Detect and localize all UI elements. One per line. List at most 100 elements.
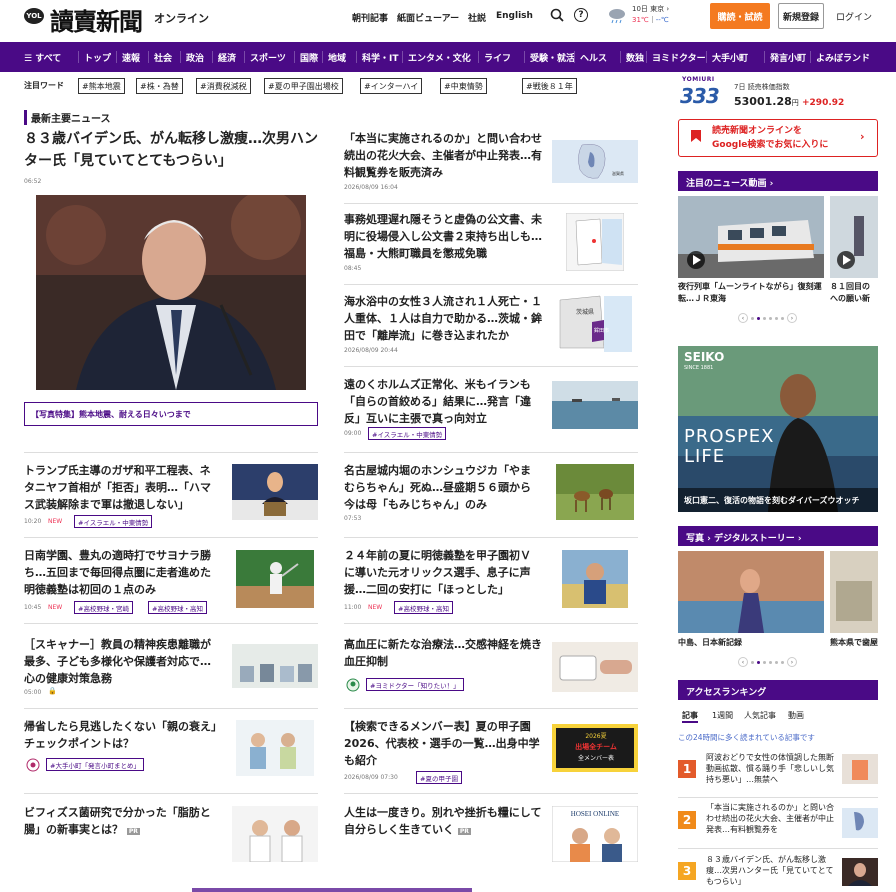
trending-tag[interactable]: #消費税減税 (196, 78, 251, 94)
train-video-thumbnail[interactable] (678, 196, 824, 278)
photo-feature-banner[interactable]: 【写真特集】熊本地震、耐える日々いつまで (24, 402, 318, 426)
shiga-map-thumbnail[interactable]: 滋賀県 (552, 140, 638, 183)
grid-article-headline[interactable]: ［スキャナー］教員の精神疾患離職が最多、子ども多様化や保護者対応で…心の健康対策… (24, 636, 220, 687)
lead-photo[interactable] (36, 195, 306, 390)
nav-item[interactable]: ☰ すべて (24, 51, 61, 64)
grid-article-headline[interactable]: 高血圧に新たな治療法…交感神経を焼き血圧抑制 (344, 636, 546, 670)
nav-item[interactable]: 経済 (218, 51, 236, 64)
video-title[interactable]: ８１回目の への願い新 (830, 281, 878, 305)
nav-item[interactable]: ヘルス (580, 51, 607, 64)
nav-item[interactable]: 発言小町 (770, 51, 806, 64)
tag-chip[interactable]: #イスラエル・中東情勢 (74, 515, 153, 528)
parents-thumbnail[interactable] (236, 720, 314, 776)
tag-chip[interactable]: #高校野球・高知 (394, 601, 453, 614)
carousel-dot[interactable] (775, 316, 778, 320)
register-button[interactable]: 新規登録 (778, 3, 824, 29)
chevron-right-icon[interactable]: › (787, 657, 797, 667)
logo-mark[interactable]: YOL (24, 8, 44, 24)
rank-article[interactable]: 「本当に実施されるのか」と問い合わせ続出の花火大会、主催者が中止発表…有料観覧券… (706, 802, 836, 835)
carousel-dot[interactable] (751, 316, 754, 320)
rank-tab-popular[interactable]: 人気記事 (744, 710, 776, 721)
rank-article[interactable]: 阿波おどりで女性の体憤調した無断動画拡散、慣る踊り手「悲しいし気持ち悪い」…無禁… (706, 752, 836, 785)
tag-chip[interactable]: #高校野球・高知 (148, 601, 207, 614)
nav-item[interactable]: 受験・就活 (530, 51, 575, 64)
site-logo[interactable]: 讀賣新聞 (50, 2, 143, 37)
kumamoto-photo-thumbnail[interactable] (830, 551, 878, 633)
tag-chip[interactable]: #イスラエル・中東情勢 (368, 427, 447, 440)
grid-article-headline[interactable]: 【検索できるメンバー表】夏の甲子園2026、代表校・選手の一覧…出身中学も紹介 (344, 718, 546, 769)
load-more-bar[interactable] (192, 888, 472, 892)
nav-item[interactable]: 科学・IT (362, 51, 399, 64)
memorial-video-thumbnail[interactable] (830, 196, 878, 278)
blood-pressure-thumbnail[interactable] (552, 642, 638, 692)
side-article-headline[interactable]: 「本当に実施されるのか」と問い合わせ続出の花火大会、主催者が中止発表…有料観覧券… (344, 130, 546, 181)
nav-item[interactable]: 大手小町 (712, 51, 748, 64)
chevron-right-icon[interactable]: › (787, 313, 797, 323)
side-article-headline[interactable]: 遠のくホルムズ正常化、米もイランも「自らの首絞める」結果に…発言「違反」互いに主… (344, 376, 546, 427)
tag-chip[interactable]: #高校野球・宮崎 (74, 601, 133, 614)
index-logo[interactable]: 333 (680, 84, 720, 108)
rank-thumbnail[interactable] (842, 808, 878, 838)
lead-headline[interactable]: ８３歳バイデン氏、がん転移し激痩…次男ハンター氏「見ていてとてもつらい」 (24, 128, 320, 172)
search-icon[interactable] (550, 8, 564, 22)
nav-item[interactable]: 速報 (122, 51, 140, 64)
grid-article-headline[interactable]: トランプ氏主導のガザ和平工程表、ネタニヤフ首相が「拒否」表明…「ハマス武装解除ま… (24, 462, 220, 513)
tag-chip[interactable]: #ヨミドクター「知りたい！」 (366, 678, 464, 691)
trending-tag[interactable]: #夏の甲子園出場校 (264, 78, 343, 94)
nav-item[interactable]: スポーツ (250, 51, 286, 64)
trending-tag[interactable]: #インターハイ (360, 78, 423, 94)
father-thumbnail[interactable] (562, 550, 628, 608)
video-title[interactable]: 夜行列車「ムーンライトながら」復刻運転…ＪＲ東海 (678, 281, 822, 305)
weather-date[interactable]: 10日 東京 › (632, 4, 669, 14)
chevron-left-icon[interactable]: ‹ (738, 313, 748, 323)
carousel-dot[interactable] (769, 660, 772, 664)
nav-item[interactable]: 国際 (300, 51, 318, 64)
carousel-dot[interactable] (757, 316, 760, 320)
english-link[interactable]: English (496, 11, 533, 21)
photo-section-header[interactable]: 写真 › デジタルストーリー › (678, 526, 878, 546)
rank-tab-video[interactable]: 動画 (788, 710, 804, 721)
carousel-dot[interactable] (763, 316, 766, 320)
login-link[interactable]: ログイン (836, 10, 872, 23)
nav-item[interactable]: 社会 (154, 51, 172, 64)
grid-article-headline[interactable]: ２４年前の夏に明徳義塾を甲子園初Ｖに導いた元オリックス選手、息子に声援…二回の安… (344, 547, 540, 598)
baseball-thumbnail[interactable] (236, 550, 314, 608)
editorial-link[interactable]: 社説 (468, 11, 486, 24)
bifidus-thumbnail[interactable] (232, 806, 318, 862)
trending-tag[interactable]: #中東情勢 (440, 78, 487, 94)
hosei-thumbnail[interactable]: HOSEI ONLINE (552, 806, 638, 862)
subscribe-button[interactable]: 購読・試読 (710, 3, 770, 29)
trump-thumbnail[interactable] (232, 464, 318, 520)
ibaraki-map-thumbnail[interactable]: 茨城県鉾田市 (556, 292, 632, 352)
classroom-thumbnail[interactable] (232, 644, 318, 688)
swimmer-thumbnail[interactable] (678, 551, 824, 633)
grid-article-headline[interactable]: ビフィズス菌研究で分かった「脂肪と腸」の新事実とは？ PR (24, 804, 220, 840)
carousel-dot[interactable] (769, 316, 772, 320)
trending-tag[interactable]: #株・為替 (136, 78, 183, 94)
photo-title[interactable]: 中島、日本新記録 (678, 637, 742, 648)
nav-item[interactable]: ライフ (484, 51, 511, 64)
carousel-dot[interactable] (775, 660, 778, 664)
koshien-members-thumbnail[interactable]: 2026夏出場全チーム全メンバー表 (552, 724, 638, 772)
trending-tag[interactable]: #戦後８１年 (522, 78, 577, 94)
deer-thumbnail[interactable] (556, 464, 634, 520)
grid-article-headline[interactable]: 日南学園、豊丸の適時打でサヨナラ勝ち…五回まで毎回得点圏に走者進めた明徳義塾は初… (24, 547, 220, 598)
nav-item[interactable]: トップ (84, 51, 111, 64)
tag-chip[interactable]: #大手小町「発言小町まとめ」 (46, 758, 144, 771)
okuma-map-thumbnail[interactable] (566, 213, 624, 271)
nav-item[interactable]: 地域 (328, 51, 346, 64)
chevron-left-icon[interactable]: ‹ (738, 657, 748, 667)
photo-title[interactable]: 熊本県で歯屋 (830, 637, 878, 648)
rank-article[interactable]: ８３歳バイデン氏、がん転移し激痩…次男ハンター氏「見ていてとてもつらい」 (706, 854, 836, 887)
grid-article-headline[interactable]: 人生は一度きり。別れや挫折も糧にして自分らしく生きていく PR (344, 804, 546, 840)
morning-articles-link[interactable]: 朝刊記事 (352, 11, 388, 24)
nav-item[interactable]: よみぼランド (816, 51, 870, 64)
carousel-dot[interactable] (763, 660, 766, 664)
grid-article-headline[interactable]: 名古屋城内堀のホンシュウジカ「やまむらちゃん」死ぬ…昼盛期５６頭から今は母「もみ… (344, 462, 540, 513)
side-article-headline[interactable]: 海水浴中の女性３人流され１人死亡・１人重体、１人は自力で助かる…茨城・鉾田で「離… (344, 293, 546, 344)
sea-ships-thumbnail[interactable] (552, 381, 638, 429)
tag-chip[interactable]: #夏の甲子園 (416, 771, 462, 784)
carousel-dot[interactable] (751, 660, 754, 664)
rank-thumbnail[interactable] (842, 754, 878, 784)
trending-tag[interactable]: #熊本地震 (78, 78, 125, 94)
